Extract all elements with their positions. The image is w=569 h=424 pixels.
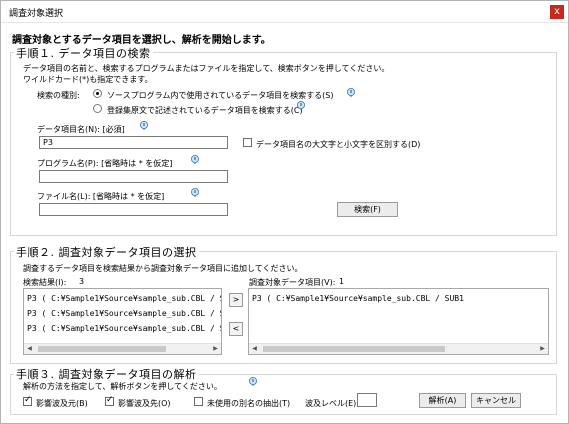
page-heading: 調査対象とするデータ項目を選択し、解析を開始します。	[12, 35, 271, 46]
results-count: 3	[79, 277, 85, 286]
scroll-thumb[interactable]	[38, 346, 166, 352]
info-tip-icon[interactable]	[346, 88, 356, 98]
step2-title: 手順２. 調査対象データ項目の選択	[14, 244, 199, 260]
analyze-button[interactable]: 解析(A)	[419, 393, 466, 408]
remove-from-targets-button[interactable]: <	[229, 322, 243, 336]
unused-alias-label[interactable]: 未使用の別名の抽出(T)	[207, 398, 290, 409]
step1-description-line1: データ項目の名前と、検索するプログラムまたはファイルを指定して、検索ボタンを押し…	[23, 64, 390, 73]
item-name-label: データ項目名(N): [必須]	[37, 125, 125, 134]
step2-description: 調査するデータ項目を検索結果から調査対象データ項目に追加してください。	[23, 264, 303, 273]
radio-source-program-label[interactable]: ソースプログラム内で使用されているデータ項目を検索する(S)	[107, 90, 333, 101]
radio-copybook[interactable]	[93, 104, 102, 113]
radio-source-program[interactable]	[93, 89, 102, 98]
radio-copybook-label[interactable]: 登録集原文で記述されているデータ項目を検索する(C)	[107, 105, 303, 116]
scroll-right-icon[interactable]: ▶	[210, 344, 221, 354]
program-name-label: プログラム名(P): [省略時は * を仮定]	[37, 159, 173, 168]
wave-level-label: 波及レベル(E):	[305, 399, 359, 408]
influence-destination-checkbox[interactable]	[105, 395, 114, 406]
horizontal-scrollbar[interactable]: ◀ ▶	[24, 343, 221, 354]
influence-source-label[interactable]: 影響波及元(B)	[36, 398, 88, 409]
targets-label: 調査対象データ項目(V):	[249, 278, 336, 287]
case-sensitive-label[interactable]: データ項目名の大文字と小文字を区別する(D)	[256, 139, 420, 150]
step1-title: 手順１. データ項目の検索	[14, 45, 153, 61]
list-item[interactable]: P3 ( C:¥Sample1¥Source¥sample_sub.CBL / …	[27, 324, 221, 333]
results-label: 検索結果(I):	[23, 278, 67, 287]
influence-source-checkbox[interactable]	[23, 395, 32, 406]
step3-description: 解析の方法を指定して、解析ボタンを押してください。	[23, 382, 222, 391]
info-tip-icon[interactable]	[248, 377, 258, 387]
item-name-input[interactable]: P3	[39, 136, 228, 149]
wave-level-input[interactable]	[357, 393, 377, 407]
file-name-input[interactable]	[39, 203, 228, 216]
add-to-targets-button[interactable]: >	[229, 293, 243, 307]
info-tip-icon[interactable]	[190, 188, 200, 198]
unused-alias-checkbox[interactable]	[194, 397, 203, 406]
scroll-thumb[interactable]	[263, 346, 445, 352]
info-tip-icon[interactable]	[296, 101, 306, 111]
step1-description-line2: ワイルドカード(*)も指定できます。	[23, 75, 153, 84]
info-tip-icon[interactable]	[190, 155, 200, 165]
title-bar: 調査対象選択 x	[1, 1, 568, 23]
info-tip-icon[interactable]	[139, 121, 149, 131]
step3-title: 手順３. 調査対象データ項目の解析	[14, 366, 199, 382]
scroll-right-icon[interactable]: ▶	[537, 344, 548, 354]
window-title: 調査対象選択	[9, 9, 64, 19]
list-item[interactable]: P3 ( C:¥Sample1¥Source¥sample_sub.CBL / …	[252, 294, 464, 303]
dialog-window: 調査対象選択 x 調査対象とするデータ項目を選択し、解析を開始します。 手順１.…	[0, 0, 569, 424]
file-name-label: ファイル名(L): [省略時は * を仮定]	[37, 192, 165, 201]
list-item[interactable]: P3 ( C:¥Sample1¥Source¥sample_sub.CBL / …	[27, 309, 221, 318]
search-type-label: 検索の種別:	[37, 91, 80, 100]
targets-count: 1	[339, 277, 345, 286]
scroll-left-icon[interactable]: ◀	[24, 344, 35, 354]
close-button[interactable]: x	[550, 5, 564, 19]
horizontal-scrollbar[interactable]: ◀ ▶	[249, 343, 548, 354]
influence-destination-label[interactable]: 影響波及先(O)	[118, 398, 171, 409]
program-name-input[interactable]	[39, 170, 228, 183]
cancel-button[interactable]: キャンセル	[471, 393, 521, 408]
case-sensitive-checkbox[interactable]	[243, 138, 252, 147]
scroll-left-icon[interactable]: ◀	[249, 344, 260, 354]
search-button[interactable]: 検索(F)	[337, 202, 398, 217]
list-item[interactable]: P3 ( C:¥Sample1¥Source¥sample_sub.CBL / …	[27, 294, 221, 303]
search-results-list[interactable]: P3 ( C:¥Sample1¥Source¥sample_sub.CBL / …	[23, 288, 222, 355]
target-items-list[interactable]: P3 ( C:¥Sample1¥Source¥sample_sub.CBL / …	[248, 288, 549, 355]
